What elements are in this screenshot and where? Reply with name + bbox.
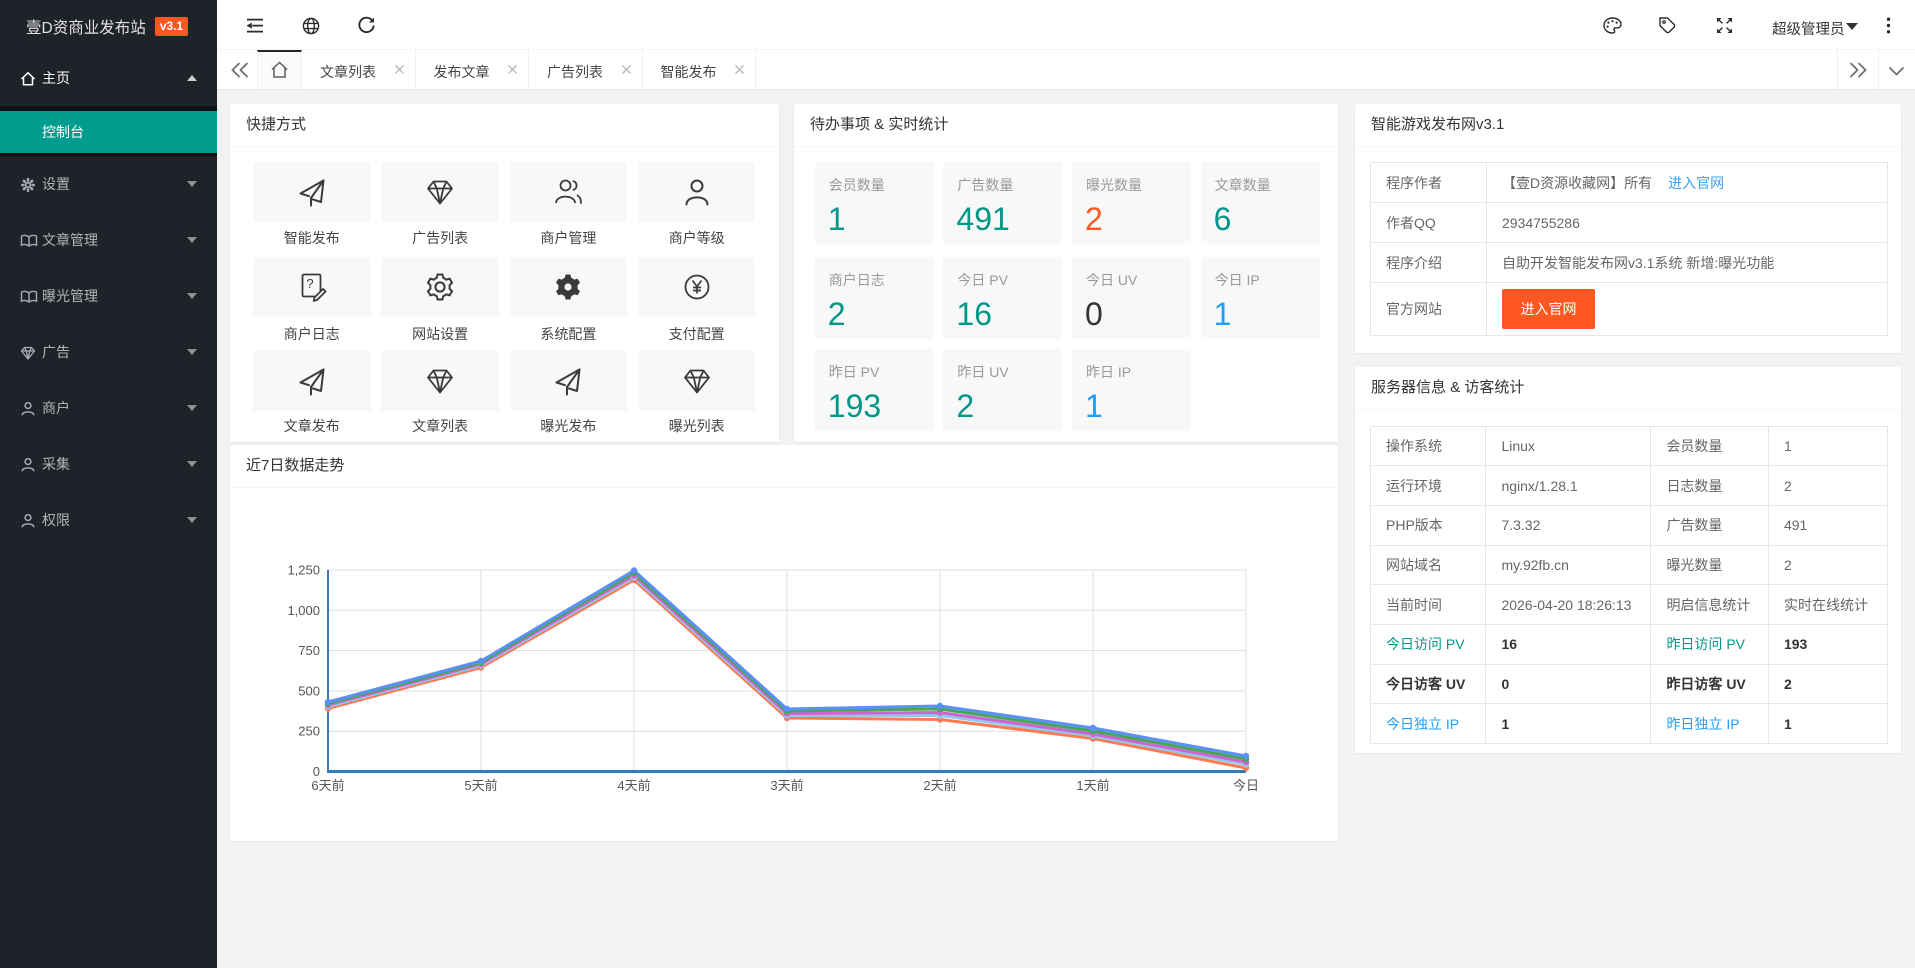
svg-text:500: 500	[298, 683, 320, 698]
svg-text:今日: 今日	[1233, 778, 1259, 793]
svg-text:6天前: 6天前	[311, 778, 344, 793]
svg-text:250: 250	[298, 724, 320, 739]
svg-text:0: 0	[313, 764, 320, 779]
svg-text:5天前: 5天前	[464, 778, 497, 793]
svg-text:2天前: 2天前	[923, 778, 956, 793]
svg-text:3天前: 3天前	[770, 778, 803, 793]
svg-text:1,250: 1,250	[287, 563, 320, 578]
svg-text:4天前: 4天前	[617, 778, 650, 793]
svg-text:750: 750	[298, 643, 320, 658]
svg-text:1,000: 1,000	[287, 603, 320, 618]
svg-text:?: ?	[306, 276, 313, 291]
svg-text:1天前: 1天前	[1076, 778, 1109, 793]
